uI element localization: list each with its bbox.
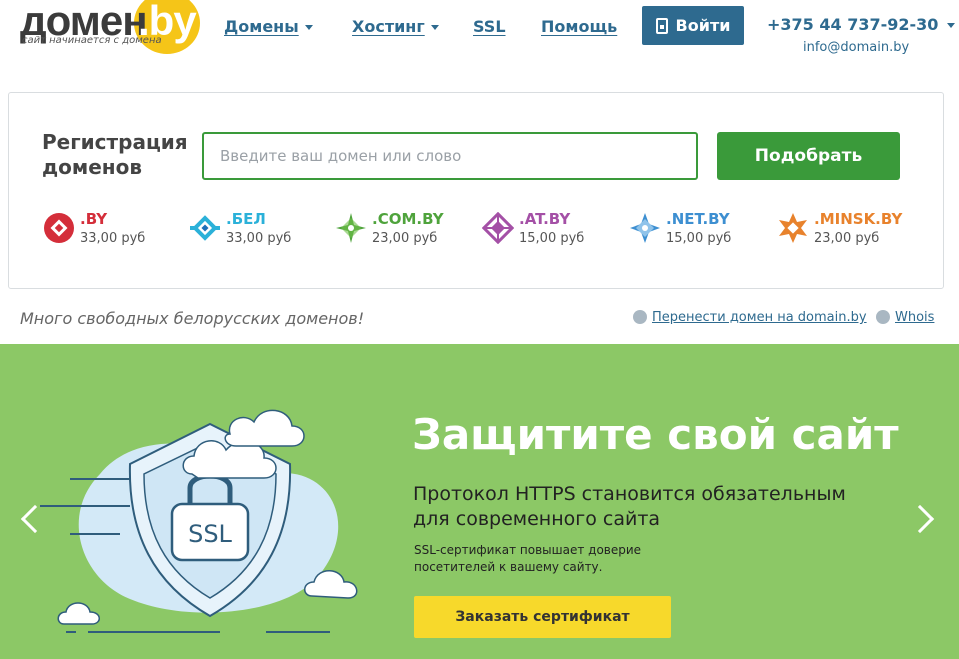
bel-ornament-icon [190, 215, 220, 241]
zone-at-by[interactable]: .AT.BY 15,00 руб [482, 210, 612, 250]
zone-minsk-by-price: 23,00 руб [814, 231, 880, 246]
free-domains-tagline: Много свободных белорусских доменов! [20, 309, 365, 328]
zone-bel[interactable]: .БЕЛ 33,00 руб [189, 210, 319, 250]
zone-by-name: .BY [80, 210, 108, 228]
whois-link[interactable]: Whois [895, 310, 934, 325]
zone-com-by-price: 23,00 руб [372, 231, 438, 246]
nav-domains-label: Домены [224, 17, 299, 36]
nav-help[interactable]: Помощь [541, 17, 617, 36]
nav-ssl[interactable]: SSL [473, 17, 506, 36]
zone-by[interactable]: .BY 33,00 руб [43, 210, 173, 250]
ssl-badge-text: SSL [188, 520, 232, 548]
zone-by-price: 33,00 руб [80, 231, 146, 246]
email-address: info@domain.by [803, 40, 910, 55]
login-icon [655, 17, 668, 34]
login-button[interactable]: Войти [642, 6, 744, 45]
nav-hosting-label: Хостинг [352, 17, 425, 36]
phone-dropdown[interactable]: +375 44 737-92-30 [767, 15, 956, 34]
order-certificate-button[interactable]: Заказать сертификат [414, 596, 671, 638]
banner-title: Защитите свой сайт [412, 410, 899, 459]
globe-icon [633, 310, 647, 324]
logo-tagline: сайт начинается с домена [22, 35, 162, 46]
nav-hosting[interactable]: Хостинг [352, 17, 439, 36]
ssl-shield-illustration: SSL [40, 409, 358, 633]
at-by-ornament-icon [482, 212, 514, 244]
login-label: Войти [675, 16, 731, 35]
zone-net-by-name: .NET.BY [666, 210, 730, 228]
com-by-ornament-icon [336, 213, 366, 243]
site-logo[interactable]: домен .by сайт начинается с домена [18, 0, 208, 55]
domain-registration-panel: Регистрация доменов Подобрать .BY 33,00 … [8, 92, 944, 289]
zone-bel-name: .БЕЛ [226, 210, 266, 228]
minsk-by-ornament-icon [779, 213, 807, 243]
question-icon [876, 310, 890, 324]
zone-at-by-name: .AT.BY [519, 210, 571, 228]
chevron-down-icon [304, 25, 313, 30]
by-ornament-icon [44, 213, 74, 243]
zone-at-by-price: 15,00 руб [519, 231, 585, 246]
zone-net-by-price: 15,00 руб [666, 231, 732, 246]
transfer-domain-link[interactable]: Перенести домен на domain.by [652, 310, 867, 325]
zone-com-by-name: .COM.BY [372, 210, 444, 228]
banner-text: SSL-сертификат повышает доверие посетите… [414, 543, 642, 574]
next-slide-arrow-icon[interactable] [905, 504, 935, 534]
phone-number: +375 44 737-92-30 [767, 15, 939, 34]
zone-net-by[interactable]: .NET.BY 15,00 руб [629, 210, 759, 250]
zone-com-by[interactable]: .COM.BY 23,00 руб [335, 210, 475, 250]
pick-domain-button[interactable]: Подобрать [717, 132, 900, 180]
net-by-ornament-icon [630, 213, 660, 243]
nav-domains[interactable]: Домены [224, 17, 313, 36]
chevron-down-icon [947, 23, 956, 28]
ssl-promo-banner: SSL Защитите свой сайт Протокол HTTPS ст… [0, 344, 959, 659]
chevron-down-icon [430, 25, 439, 30]
zone-minsk-by-name: .MINSK.BY [814, 210, 903, 228]
zone-bel-price: 33,00 руб [226, 231, 292, 246]
registration-title: Регистрация доменов [42, 130, 188, 179]
domain-search-input[interactable] [202, 132, 698, 180]
site-header: домен .by сайт начинается с домена Домен… [0, 0, 959, 60]
banner-subtitle: Протокол HTTPS становится обязательным д… [413, 483, 846, 530]
zone-minsk-by[interactable]: .MINSK.BY 23,00 руб [777, 210, 927, 250]
